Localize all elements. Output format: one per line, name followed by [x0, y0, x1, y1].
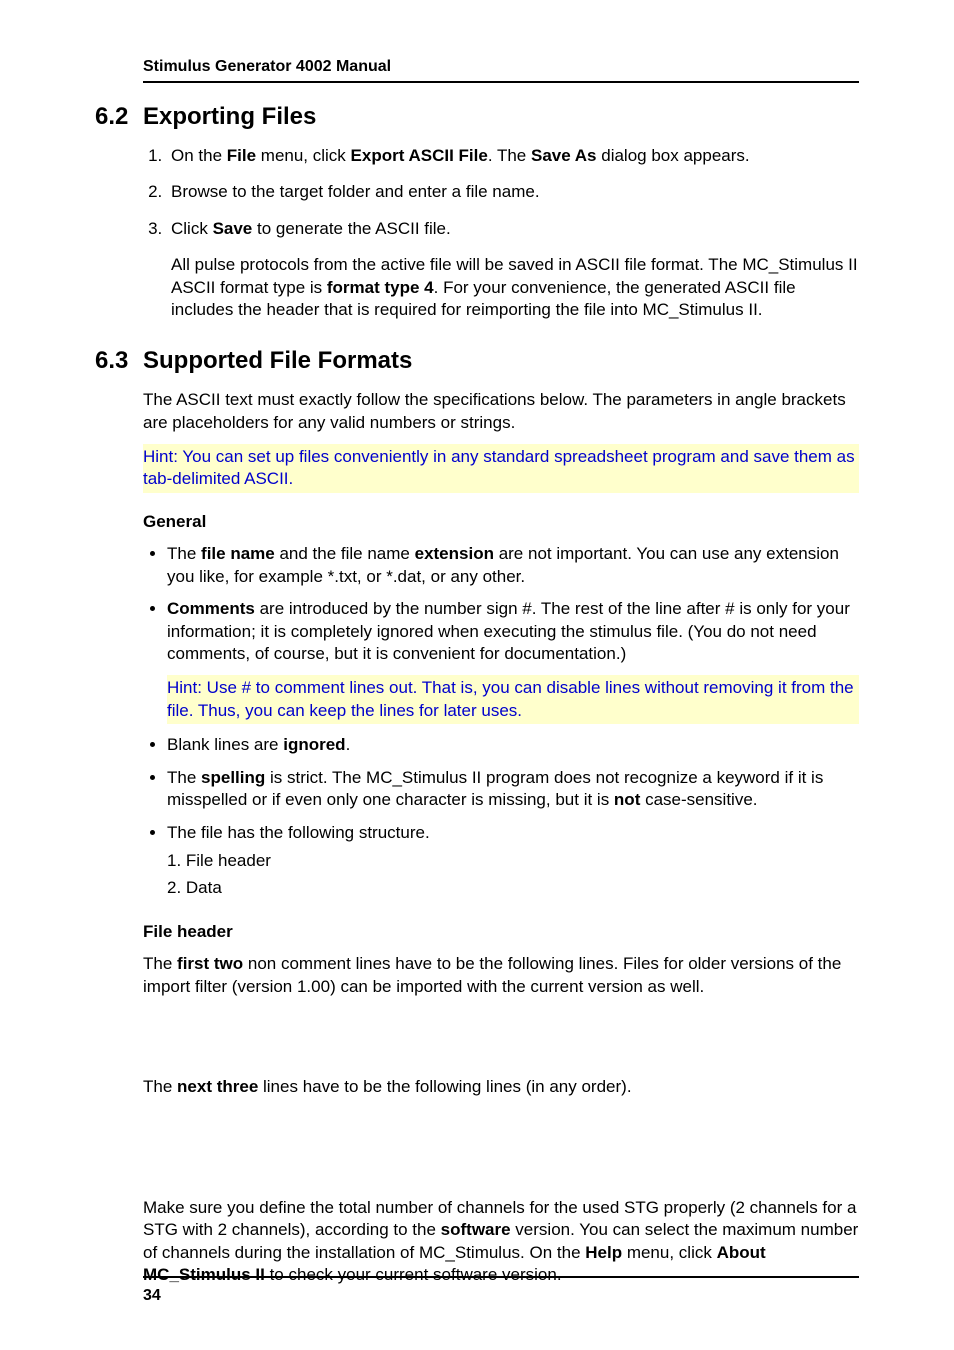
bold: spelling	[201, 768, 265, 787]
page-number: 34	[143, 1287, 161, 1304]
text: The file has the following structure.	[167, 823, 430, 842]
file-header-subheading: File header	[143, 921, 859, 943]
file-header-p1: The first two non comment lines have to …	[143, 953, 859, 998]
hint-text: Hint: Use # to comment lines out. That i…	[167, 678, 854, 719]
section-number: 6.3	[95, 345, 143, 377]
bullet-comments: Comments are introduced by the number si…	[167, 598, 859, 724]
file-header-p3: Make sure you define the total number of…	[143, 1197, 859, 1287]
bold: Comments	[167, 599, 255, 618]
bold: ignored	[283, 735, 345, 754]
text: The	[143, 1077, 177, 1096]
sublist-1: 1. File header	[167, 850, 859, 872]
section-6-2-heading: 6.2Exporting Files	[95, 101, 859, 133]
text: lines have to be the following lines (in…	[258, 1077, 631, 1096]
page: Stimulus Generator 4002 Manual 6.2Export…	[0, 0, 954, 1350]
text: On the	[171, 146, 227, 165]
hint-box-1: Hint: You can set up files conveniently …	[143, 444, 859, 493]
section-number: 6.2	[95, 101, 143, 133]
text: The	[143, 954, 177, 973]
section-6-3-body: The ASCII text must exactly follow the s…	[143, 389, 859, 533]
text: menu, click	[256, 146, 350, 165]
bold: Save As	[531, 146, 597, 165]
text: are introduced by the number sign #. The…	[167, 599, 850, 663]
bold: Save	[213, 219, 253, 238]
general-bullets: The file name and the file name extensio…	[143, 543, 859, 899]
sublist-2: 2. Data	[167, 877, 859, 899]
text: .	[346, 735, 351, 754]
text: and the file name	[275, 544, 415, 563]
text: menu, click	[622, 1243, 716, 1262]
text: The	[167, 768, 201, 787]
bullet-blank-lines: Blank lines are ignored.	[167, 734, 859, 756]
steps-list-6-2: On the File menu, click Export ASCII Fil…	[143, 145, 859, 322]
bold: File	[227, 146, 256, 165]
text: case-sensitive.	[640, 790, 757, 809]
step-3-paragraph: All pulse protocols from the active file…	[171, 254, 859, 321]
bold: software	[441, 1220, 511, 1239]
intro-paragraph: The ASCII text must exactly follow the s…	[143, 389, 859, 434]
text: . The	[488, 146, 531, 165]
step-2: Browse to the target folder and enter a …	[167, 181, 859, 203]
spacer	[143, 1109, 859, 1187]
step-3: Click Save to generate the ASCII file. A…	[167, 218, 859, 322]
file-header-section: File header The first two non comment li…	[143, 921, 859, 1287]
general-subheading: General	[143, 511, 859, 533]
file-header-p2: The next three lines have to be the foll…	[143, 1076, 859, 1098]
text: dialog box appears.	[597, 146, 750, 165]
bold: Export ASCII File	[351, 146, 488, 165]
running-header: Stimulus Generator 4002 Manual	[143, 56, 859, 83]
bold: format type 4	[327, 278, 434, 297]
text: to generate the ASCII file.	[252, 219, 450, 238]
step-1: On the File menu, click Export ASCII Fil…	[167, 145, 859, 167]
bullet-structure: The file has the following structure. 1.…	[167, 822, 859, 899]
hint-text: Hint: You can set up files conveniently …	[143, 447, 855, 488]
bullet-filename: The file name and the file name extensio…	[167, 543, 859, 588]
text: The	[167, 544, 201, 563]
hint-box-2: Hint: Use # to comment lines out. That i…	[167, 675, 859, 724]
bold: extension	[415, 544, 494, 563]
bold: file name	[201, 544, 275, 563]
section-title: Supported File Formats	[143, 347, 412, 374]
bold: not	[614, 790, 640, 809]
bold: first two	[177, 954, 243, 973]
text: non comment lines have to be the followi…	[143, 954, 841, 995]
bold: next three	[177, 1077, 258, 1096]
text: Click	[171, 219, 213, 238]
spacer	[143, 1008, 859, 1066]
page-footer: 34	[143, 1276, 859, 1306]
text: Blank lines are	[167, 735, 283, 754]
structure-sublist: 1. File header 2. Data	[167, 850, 859, 899]
section-title: Exporting Files	[143, 103, 316, 130]
section-6-3-heading: 6.3Supported File Formats	[95, 345, 859, 377]
bullet-spelling: The spelling is strict. The MC_Stimulus …	[167, 767, 859, 812]
bold: Help	[585, 1243, 622, 1262]
